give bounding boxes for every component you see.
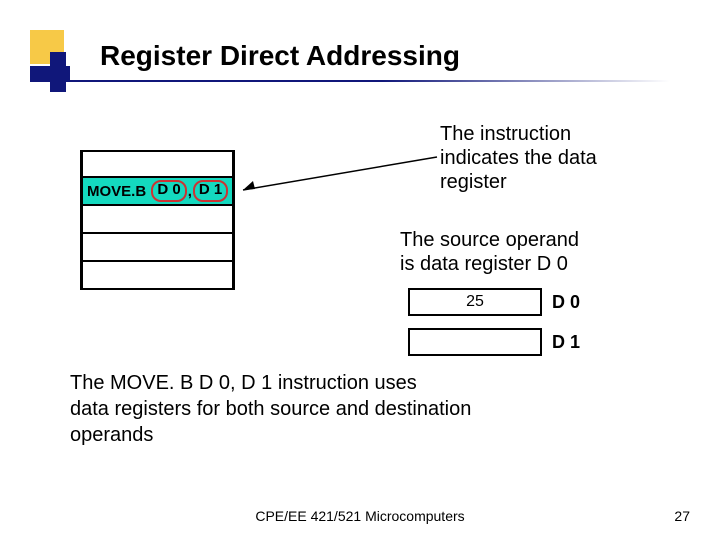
slide-title: Register Direct Addressing xyxy=(100,40,460,72)
register-d0-label: D 0 xyxy=(552,292,580,313)
memory-row-empty xyxy=(80,206,235,234)
register-d0-row: 25 D 0 xyxy=(408,288,580,316)
explanation-line3: operands xyxy=(70,422,471,448)
footer-text: CPE/EE 421/521 Microcomputers xyxy=(0,508,720,524)
annotation1-line1: The instruction xyxy=(440,122,597,146)
register-d0-value: 25 xyxy=(408,288,542,316)
annotation2-line2: is data register D 0 xyxy=(400,252,579,276)
register-d1-row: D 1 xyxy=(408,328,580,356)
register-d1-label: D 1 xyxy=(552,332,580,353)
memory-row-empty xyxy=(80,262,235,290)
instruction-dst-operand: D 1 xyxy=(193,180,228,202)
deco-navy-vertical xyxy=(50,52,66,92)
annotation-instruction-indicates: The instruction indicates the data regis… xyxy=(440,122,597,194)
annotation1-line2: indicates the data xyxy=(440,146,597,170)
title-underline xyxy=(30,80,670,82)
register-d1-value xyxy=(408,328,542,356)
memory-row-instruction: MOVE.B D 0 , D 1 xyxy=(80,178,235,206)
arrow-annotation1 xyxy=(235,155,445,195)
memory-diagram: MOVE.B D 0 , D 1 xyxy=(80,150,235,290)
annotation2-line1: The source operand xyxy=(400,228,579,252)
instruction-src-operand: D 0 xyxy=(151,180,186,202)
instruction-comma: , xyxy=(188,183,192,200)
explanation-text: The MOVE. B D 0, D 1 instruction uses da… xyxy=(70,370,471,448)
explanation-line1: The MOVE. B D 0, D 1 instruction uses xyxy=(70,370,471,396)
annotation1-line3: register xyxy=(440,170,597,194)
explanation-line2: data registers for both source and desti… xyxy=(70,396,471,422)
annotation-source-operand: The source operand is data register D 0 xyxy=(400,228,579,276)
memory-row-empty xyxy=(80,234,235,262)
instruction-mnemonic: MOVE.B xyxy=(87,183,150,200)
memory-row-empty xyxy=(80,150,235,178)
page-number: 27 xyxy=(674,508,690,524)
